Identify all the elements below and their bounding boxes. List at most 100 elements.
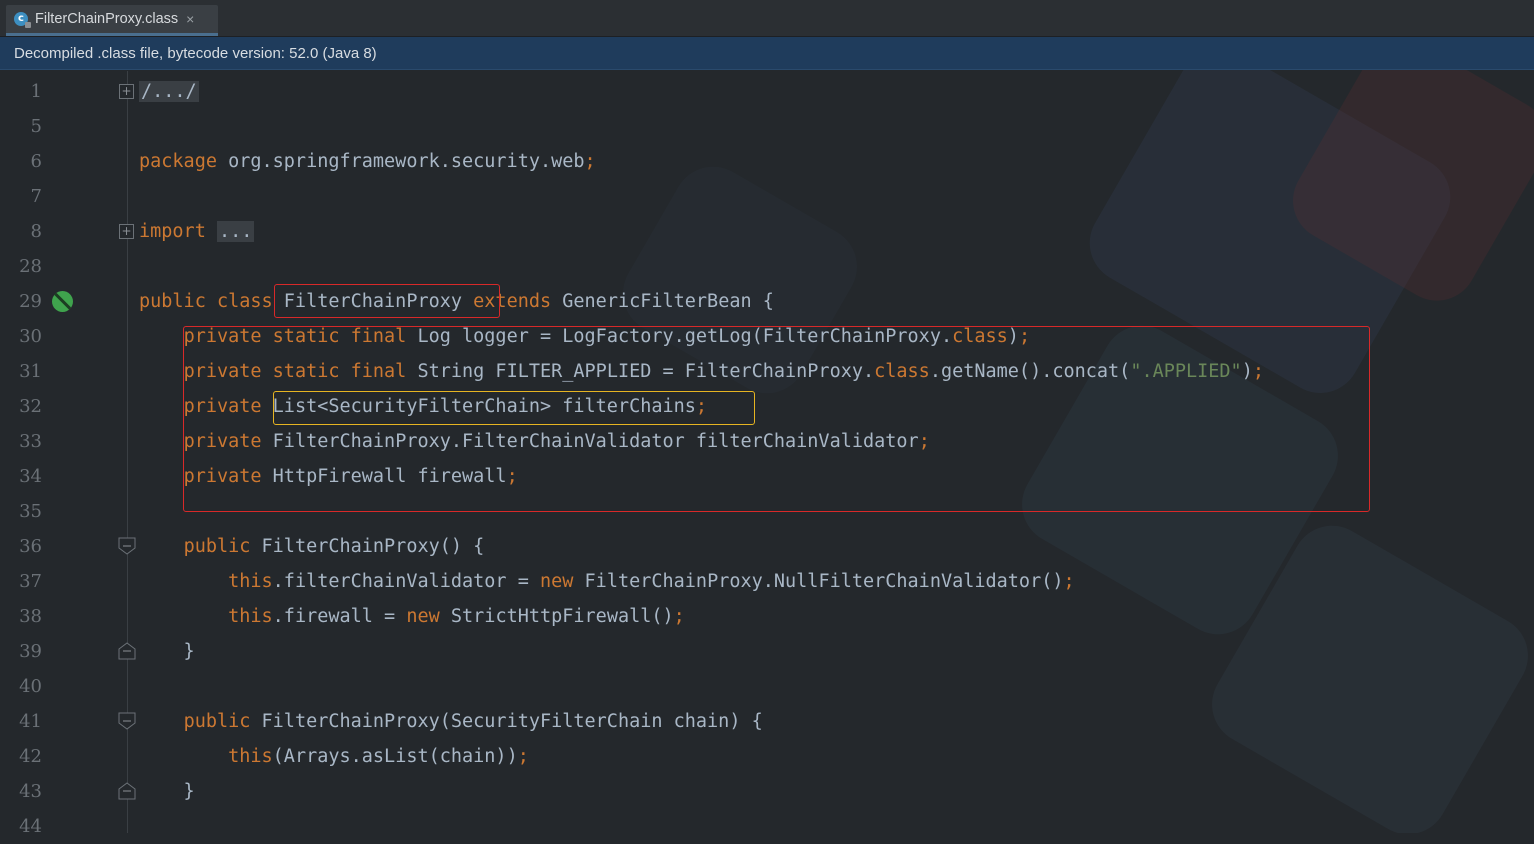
tab-title: FilterChainProxy.class (35, 11, 179, 27)
code-line: 29 public class FilterChainProxy extends … (0, 284, 1534, 319)
keyword-token: private static final (183, 361, 418, 382)
fold-collapse-icon[interactable] (118, 537, 136, 555)
code-token: .firewall = (272, 606, 407, 627)
line-number: 33 (19, 431, 42, 452)
keyword-token: this (228, 746, 273, 767)
keyword-token: this (228, 606, 273, 627)
line-number: 29 (19, 291, 42, 312)
code-line: 37 this.filterChainValidator = new Filte… (0, 564, 1534, 599)
keyword-token: import (139, 221, 217, 242)
class-file-icon: c (14, 12, 31, 28)
code-line: 30 private static final Log logger = Log… (0, 319, 1534, 354)
code-token: .getName().concat( (929, 361, 1131, 382)
code-token: ; (918, 431, 930, 452)
fold-end-icon[interactable] (118, 642, 136, 660)
code-line: 39 } (0, 634, 1534, 669)
code-token: ; (506, 466, 518, 487)
code-line: 41 public FilterChainProxy(SecurityFilte… (0, 704, 1534, 739)
keyword-token: new (539, 571, 585, 592)
tab-filterchainproxy[interactable]: c FilterChainProxy.class × (6, 5, 218, 36)
code-token: FilterChainProxy(SecurityFilterChain cha… (261, 711, 763, 732)
fold-collapse-icon[interactable] (118, 712, 136, 730)
code-token: List<SecurityFilterChain> filterChains (272, 396, 696, 417)
keyword-token: class (952, 326, 1008, 347)
code-line: 34 private HttpFirewall firewall; (0, 459, 1534, 494)
line-number: 36 (19, 536, 42, 557)
code-line: 6 package org.springframework.security.we… (0, 144, 1534, 179)
fold-end-icon[interactable] (118, 782, 136, 800)
code-token: StrictHttpFirewall() (450, 606, 674, 627)
code-line: 5 (0, 109, 1534, 144)
keyword-token: package (139, 151, 229, 172)
keyword-token: new (406, 606, 451, 627)
code-token: } (139, 641, 195, 662)
code-token: (Arrays.asList(chain)) (272, 746, 518, 767)
code-text: import ... (139, 214, 255, 249)
code-token: GenericFilterBean { (562, 291, 774, 312)
code-token: HttpFirewall firewall (272, 466, 507, 487)
code-token: FilterChainProxy (283, 291, 474, 312)
code-text: private static final String FILTER_APPLI… (139, 354, 1264, 389)
code-line: 44 (0, 809, 1534, 844)
code-token: ; (1018, 326, 1031, 347)
code-text: package org.springframework.security.web… (139, 144, 596, 179)
code-token: ; (1252, 361, 1264, 382)
keyword-token: public (183, 711, 262, 732)
keyword-token: private static final (183, 326, 418, 347)
code-line: 43 } (0, 774, 1534, 809)
close-icon[interactable]: × (186, 11, 194, 27)
code-text: /.../ (139, 74, 199, 109)
line-number: 28 (19, 256, 42, 277)
code-token: ; (517, 746, 529, 767)
line-number: 37 (19, 571, 42, 592)
code-line: 33 private FilterChainProxy.FilterChainV… (0, 424, 1534, 459)
line-number: 31 (19, 361, 42, 382)
line-number: 40 (19, 676, 42, 697)
keyword-token: public class (139, 291, 284, 312)
code-text: this(Arrays.asList(chain)); (139, 739, 529, 774)
code-line: 36 public FilterChainProxy() { (0, 529, 1534, 564)
fold-expand-icon[interactable]: + (119, 224, 134, 239)
line-number: 1 (30, 81, 42, 102)
folded-region[interactable]: /.../ (139, 81, 199, 102)
line-number: 8 (30, 221, 42, 242)
code-text: } (139, 774, 195, 809)
line-number: 44 (19, 816, 42, 837)
line-number: 43 (19, 781, 42, 802)
code-token: } (139, 781, 195, 802)
line-number: 30 (19, 326, 42, 347)
code-token: ) (1241, 361, 1253, 382)
code-token: FilterChainProxy.FilterChainValidator fi… (272, 431, 919, 452)
code-text: private static final Log logger = LogFac… (139, 319, 1031, 354)
line-number: 38 (19, 606, 42, 627)
code-line: 28 (0, 249, 1534, 284)
fold-expand-icon[interactable]: + (119, 84, 134, 99)
line-number: 35 (19, 501, 42, 522)
code-line: 40 (0, 669, 1534, 704)
code-token: ) (1007, 326, 1019, 347)
folded-region[interactable]: ... (216, 221, 255, 242)
code-token: .filterChainValidator = (272, 571, 540, 592)
code-line: 8 + import ... (0, 214, 1534, 249)
line-number: 34 (19, 466, 42, 487)
code-text: public class FilterChainProxy extends Ge… (139, 284, 774, 319)
string-token: ".APPLIED" (1130, 361, 1242, 382)
line-number: 42 (19, 746, 42, 767)
code-text: } (139, 634, 195, 669)
code-line: 7 (0, 179, 1534, 214)
line-number: 41 (19, 711, 42, 732)
code-text: private FilterChainProxy.FilterChainVali… (139, 424, 930, 459)
decompiled-banner: Decompiled .class file, bytecode version… (0, 37, 1534, 70)
code-line: 42 this(Arrays.asList(chain)); (0, 739, 1534, 774)
code-text: this.firewall = new StrictHttpFirewall()… (139, 599, 685, 634)
code-token: FilterChainProxy() { (261, 536, 485, 557)
code-line: 31 private static final String FILTER_AP… (0, 354, 1534, 389)
spring-bean-icon[interactable] (52, 291, 73, 312)
code-token: ; (673, 606, 685, 627)
